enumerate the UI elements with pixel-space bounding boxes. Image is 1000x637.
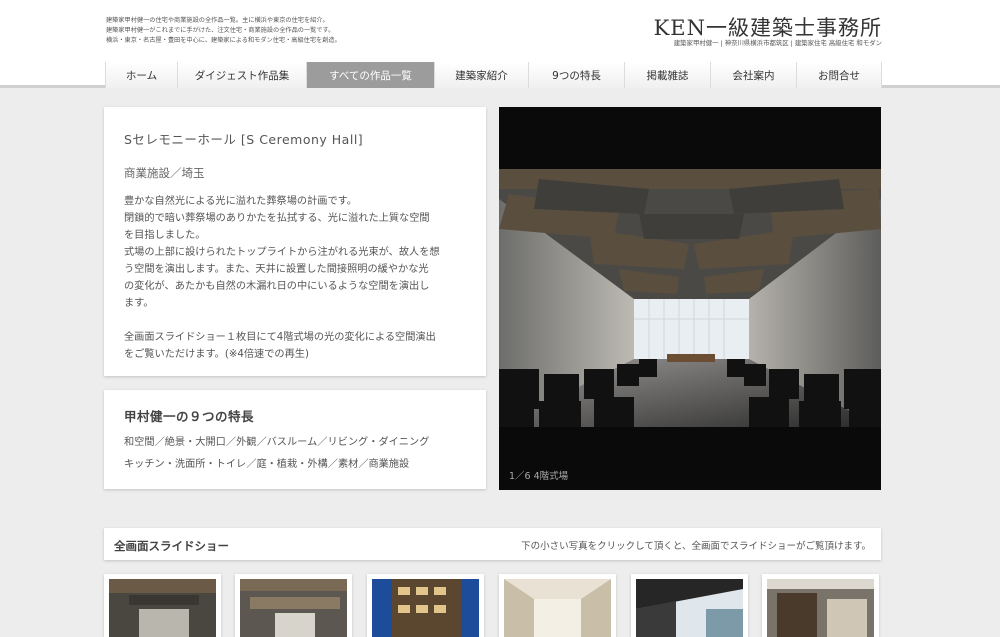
thumbnail-image (109, 579, 216, 637)
nav-home[interactable]: ホーム (106, 62, 178, 88)
nav-architect[interactable]: 建築家紹介 (435, 62, 529, 88)
slideshow-title: 全画面スライドショー (114, 539, 229, 553)
slideshow-header: 全画面スライドショー 下の小さい写真をクリックして頂くと、全画面でスライドショー… (104, 528, 881, 560)
nav-contact[interactable]: お問合せ (797, 62, 882, 88)
separator: ／ (154, 437, 165, 448)
slideshow-thumbnail[interactable] (367, 574, 484, 637)
description-line: 式場の上部に設けられたトップライトから注がれる光束が、故人を想 (124, 247, 440, 258)
nav-magazines[interactable]: 掲載雑誌 (625, 62, 711, 88)
separator: ／ (327, 459, 338, 470)
description-line: をご覧いただけます。(※4倍速での再生) (124, 349, 309, 360)
thumbnail-image (767, 579, 874, 637)
logo-subtitle: 建築家甲村健一 | 神奈川県横浜市都筑区 | 建築家住宅 高級住宅 和モダン (673, 39, 882, 47)
site-header: 建築家甲村健一の住宅や商業施設の全作品一覧。主に横浜や東京の住宅を紹介。 建築家… (0, 0, 1000, 88)
separator: ／ (256, 437, 267, 448)
slideshow-thumbnail[interactable] (235, 574, 352, 637)
features-title: 甲村健一の９つの特長 (124, 409, 255, 424)
feature-link[interactable]: 絶景・大開口 (165, 437, 226, 448)
photo-caption: 1／6 4階式場 (509, 468, 568, 482)
intro-line: 建築家甲村健一の住宅や商業施設の全作品一覧。主に横浜や東京の住宅を紹介。 (106, 17, 329, 24)
ceremony-hall-photo (499, 169, 881, 427)
nav-company[interactable]: 会社案内 (711, 62, 797, 88)
feature-link[interactable]: 和空間 (124, 437, 155, 448)
project-description: 豊かな自然光による光に溢れた葬祭場の計画です。 閉鎖的で暗い葬祭場のありかたを払… (124, 193, 466, 363)
feature-link[interactable]: バスルーム (267, 437, 318, 448)
description-line: の変化が、あたかも自然の木漏れ日の中にいるような空間を演出し (124, 281, 430, 292)
nav-all-works[interactable]: すべての作品一覧 (307, 62, 435, 88)
feature-link[interactable]: 商業施設 (369, 459, 410, 470)
thumbnail-image (372, 579, 479, 637)
description-line: ます。 (124, 298, 154, 309)
photo-caption-text: 4階式場 (533, 471, 569, 482)
separator: ／ (317, 437, 328, 448)
nav-features[interactable]: 9つの特長 (529, 62, 625, 88)
project-detail-card: Sセレモニーホール [S Ceremony Hall] 商業施設／埼玉 豊かな自… (104, 107, 486, 376)
description-line: う空間を演出します。また、天井に設置した間接照明の緩やかな光 (124, 264, 429, 275)
features-links: 和空間／絶景・大開口／外観／バスルーム／リビング・ダイニング キッチン・洗面所・… (124, 432, 466, 476)
separator: ／ (358, 459, 369, 470)
feature-link[interactable]: 外観 (236, 437, 256, 448)
slideshow-note: 下の小さい写真をクリックして頂くと、全画面でスライドショーがご覧頂けます。 (521, 541, 871, 552)
intro-line: 横浜・東京・名古屋・豊田を中心に、建築家による和モダン住宅・高級住宅を創造。 (106, 37, 341, 44)
nav-digest[interactable]: ダイジェスト作品集 (178, 62, 307, 88)
main-photo[interactable]: 1／6 4階式場 (499, 107, 881, 490)
photo-counter: 1／6 (509, 471, 531, 482)
feature-link[interactable]: リビング・ダイニング (327, 437, 429, 448)
feature-link[interactable]: 庭・植栽・外構 (256, 459, 327, 470)
features-card: 甲村健一の９つの特長 和空間／絶景・大開口／外観／バスルーム／リビング・ダイニン… (104, 390, 486, 489)
slideshow-thumbnail[interactable] (104, 574, 221, 637)
slideshow-thumbnail[interactable] (499, 574, 616, 637)
slideshow-thumbnail[interactable] (631, 574, 748, 637)
main-nav: ホーム ダイジェスト作品集 すべての作品一覧 建築家紹介 9つの特長 掲載雑誌 … (105, 62, 882, 88)
project-category: 商業施設／埼玉 (124, 166, 205, 180)
feature-link[interactable]: キッチン・洗面所・トイレ (124, 459, 246, 470)
description-line: を目指しました。 (124, 230, 206, 241)
intro-line: 建築家甲村健一がこれまでに手がけた、注文住宅・商業施設の全作品の一覧です。 (106, 27, 335, 34)
description-line: 閉鎖的で暗い葬祭場のありかたを払拭する、光に溢れた上質な空間 (124, 213, 430, 224)
description-line: 豊かな自然光による光に溢れた葬祭場の計画です。 (124, 196, 357, 207)
feature-link[interactable]: 素材 (338, 459, 358, 470)
site-intro: 建築家甲村健一の住宅や商業施設の全作品一覧。主に横浜や東京の住宅を紹介。 建築家… (106, 16, 406, 46)
separator: ／ (225, 437, 237, 448)
thumbnail-image (240, 579, 347, 637)
description-line: 全画面スライドショー１枚目にて4階式場の光の変化による空間演出 (124, 332, 436, 343)
slideshow-thumbnail[interactable] (762, 574, 879, 637)
thumbnail-image (636, 579, 743, 637)
project-title: Sセレモニーホール [S Ceremony Hall] (124, 132, 364, 147)
thumbnail-image (504, 579, 611, 637)
separator: ／ (246, 459, 257, 470)
